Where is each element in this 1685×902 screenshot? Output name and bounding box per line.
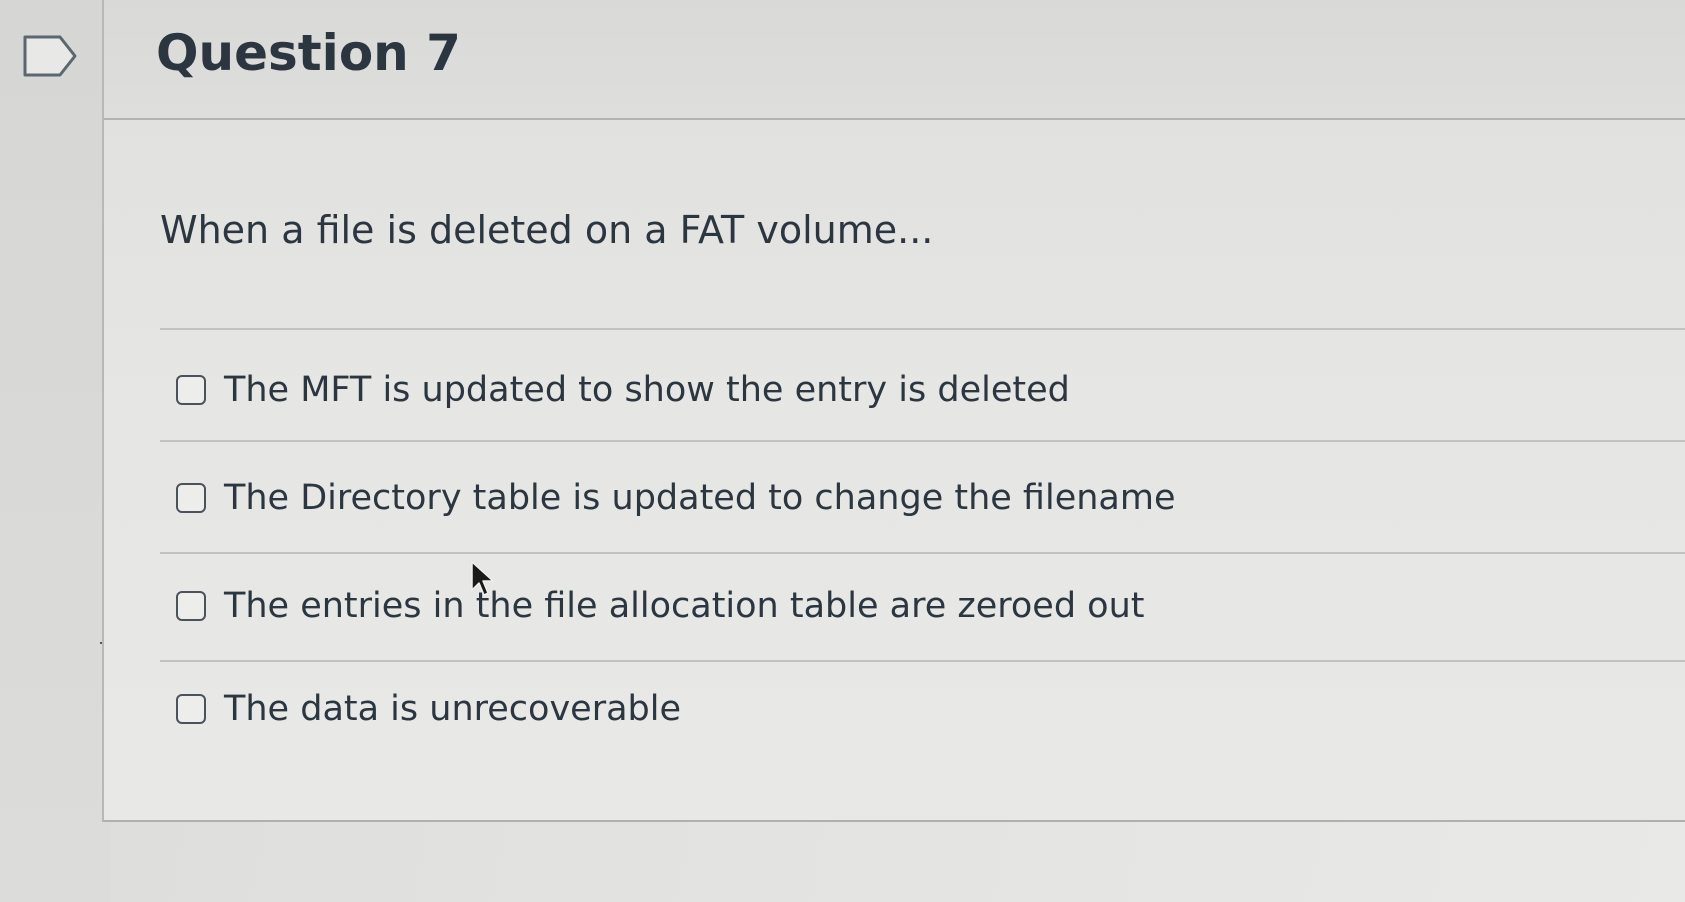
answer-checkbox-2[interactable] <box>176 483 206 513</box>
question-title: Question 7 <box>156 24 461 82</box>
answer-separator <box>160 552 1685 554</box>
answer-option-4[interactable]: The data is unrecoverable <box>176 681 1626 737</box>
answer-separator <box>160 660 1685 662</box>
answer-checkbox-1[interactable] <box>176 375 206 405</box>
answer-label-3: The entries in the file allocation table… <box>224 586 1145 626</box>
answer-label-2: The Directory table is updated to change… <box>224 478 1176 518</box>
answer-label-1: The MFT is updated to show the entry is … <box>224 370 1070 410</box>
left-gutter <box>0 0 110 902</box>
answer-option-2[interactable]: The Directory table is updated to change… <box>176 470 1626 526</box>
question-separator <box>160 328 1685 330</box>
answer-separator <box>160 440 1685 442</box>
answer-checkbox-3[interactable] <box>176 591 206 621</box>
answer-option-1[interactable]: The MFT is updated to show the entry is … <box>176 362 1626 418</box>
flag-question-icon[interactable] <box>22 34 78 78</box>
question-card: Question 7 When a file is deleted on a F… <box>102 0 1685 822</box>
mouse-cursor-icon <box>471 561 494 596</box>
answer-label-4: The data is unrecoverable <box>224 689 681 729</box>
answer-checkbox-4[interactable] <box>176 694 206 724</box>
question-text: When a file is deleted on a FAT volume..… <box>160 208 934 252</box>
question-header: Question 7 <box>104 0 1685 120</box>
quiz-page: Question 7 When a file is deleted on a F… <box>0 0 1685 902</box>
answer-option-3[interactable]: The entries in the file allocation table… <box>176 578 1626 634</box>
